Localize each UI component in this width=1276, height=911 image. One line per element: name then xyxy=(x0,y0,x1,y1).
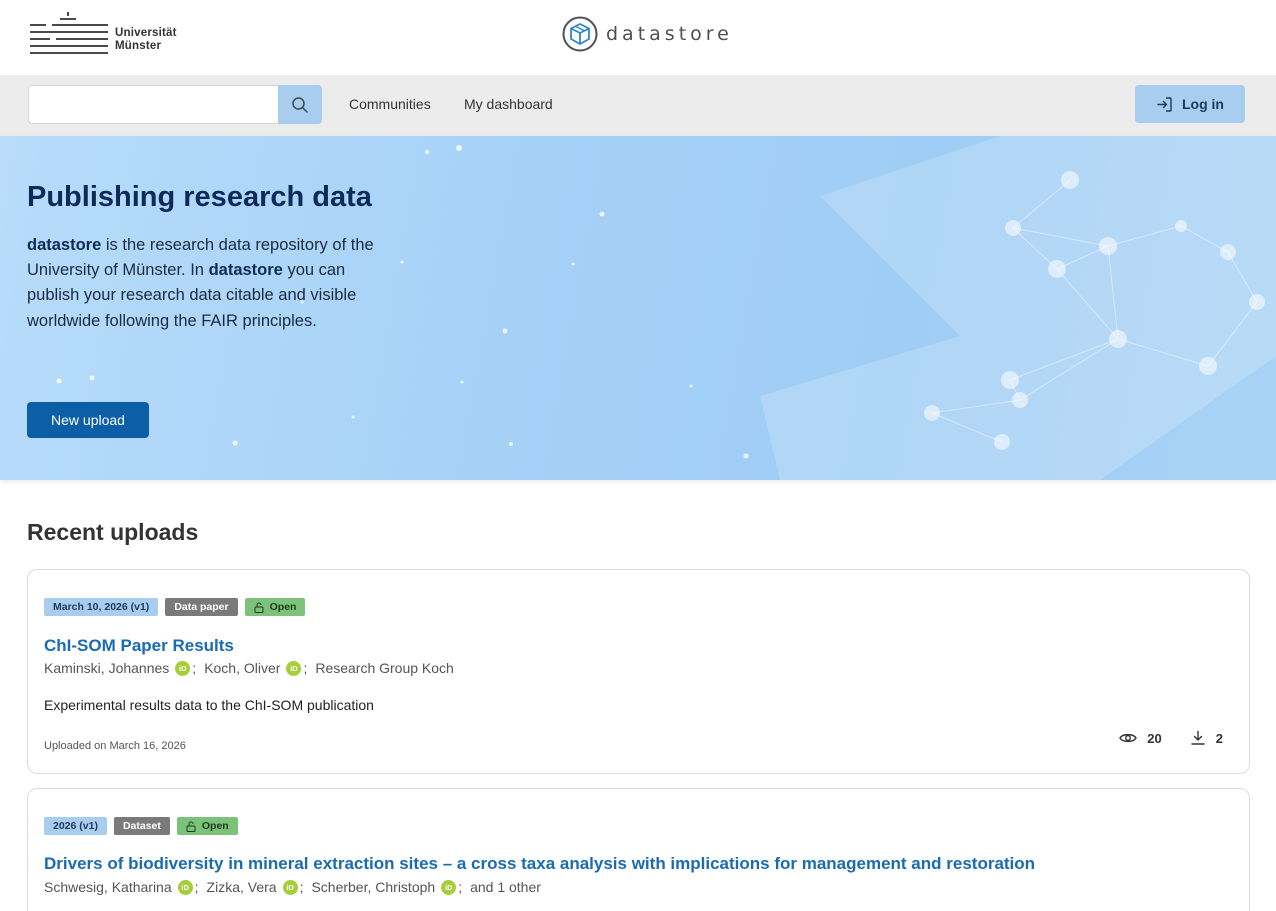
login-label: Log in xyxy=(1182,96,1224,112)
login-icon xyxy=(1157,96,1172,112)
datastore-wordmark: datastore xyxy=(606,23,733,45)
university-name: Universität Münster xyxy=(115,27,177,52)
record-description: Experimental results data to the ChI-SOM… xyxy=(44,697,374,713)
record-uploaded-date: Uploaded on March 16, 2026 xyxy=(44,740,186,752)
creator-more-link[interactable]: and 1 other xyxy=(470,879,541,895)
lock-open-icon xyxy=(254,602,264,613)
nav-link-communities[interactable]: Communities xyxy=(349,96,431,112)
nav-bar: Communities My dashboard Log in xyxy=(0,75,1276,136)
views-stat: 20 xyxy=(1119,730,1162,746)
recent-uploads-heading: Recent uploads xyxy=(27,519,199,545)
record-card: March 10, 2026 (v1) Data paper Open ChI-… xyxy=(27,569,1250,774)
search-button[interactable] xyxy=(278,85,322,124)
record-creators: Schwesig, Katharina iD; Zizka, Vera iD; Sc… xyxy=(44,879,541,895)
datastore-cube-icon xyxy=(562,16,598,52)
record-stats: 20 2 xyxy=(1119,730,1223,746)
login-button[interactable]: Log in xyxy=(1135,85,1245,123)
datastore-logo[interactable]: datastore xyxy=(562,16,733,52)
orcid-icon[interactable]: iD xyxy=(175,660,191,676)
new-upload-button[interactable]: New upload xyxy=(27,402,149,438)
record-title-link[interactable]: Drivers of biodiversity in mineral extra… xyxy=(44,854,1035,874)
orcid-icon[interactable]: iD xyxy=(177,879,193,895)
nav-link-my-dashboard[interactable]: My dashboard xyxy=(464,96,553,112)
orcid-icon[interactable]: iD xyxy=(441,879,457,895)
publication-date-badge: 2026 (v1) xyxy=(44,817,107,835)
eye-icon xyxy=(1119,733,1138,743)
university-logo-mark xyxy=(30,12,108,56)
hero-banner: Publishing research data datastore is th… xyxy=(0,136,1276,480)
resource-type-badge: Dataset xyxy=(113,817,170,835)
creator-item[interactable]: Zizka, Vera iD xyxy=(207,879,298,895)
record-creators: Kaminski, Johannes iD; Koch, Oliver iD; Re… xyxy=(44,660,454,676)
orcid-icon[interactable]: iD xyxy=(282,879,298,895)
access-status-badge: Open xyxy=(176,817,238,835)
download-icon xyxy=(1191,730,1205,745)
downloads-stat: 2 xyxy=(1190,730,1223,746)
resource-type-badge: Data paper xyxy=(165,598,238,616)
access-status-badge: Open xyxy=(244,598,306,616)
search-input[interactable] xyxy=(28,85,279,124)
orcid-icon[interactable]: iD xyxy=(286,660,302,676)
site-header: Universität Münster datastore xyxy=(0,0,1276,75)
creator-item[interactable]: Schwesig, Katharina iD xyxy=(44,879,193,895)
creator-item[interactable]: Research Group Koch xyxy=(315,660,454,676)
record-card: 2026 (v1) Dataset Open Drivers of biodiv… xyxy=(27,788,1250,911)
downloads-count: 2 xyxy=(1215,730,1223,746)
search-icon xyxy=(292,96,308,113)
creator-item[interactable]: Koch, Oliver iD xyxy=(204,660,302,676)
publication-date-badge: March 10, 2026 (v1) xyxy=(44,598,159,616)
creator-item[interactable]: Scherber, Christoph iD xyxy=(311,879,457,895)
lock-open-icon xyxy=(186,821,196,832)
views-count: 20 xyxy=(1147,730,1162,746)
university-logo[interactable]: Universität Münster xyxy=(30,12,180,56)
hero-title: Publishing research data xyxy=(27,181,372,213)
record-title-link[interactable]: ChI-SOM Paper Results xyxy=(44,636,234,656)
record-badges: March 10, 2026 (v1) Data paper Open xyxy=(44,598,306,616)
hero-description: datastore is the research data repositor… xyxy=(27,236,374,330)
creator-item[interactable]: Kaminski, Johannes iD xyxy=(44,660,191,676)
record-badges: 2026 (v1) Dataset Open xyxy=(44,817,238,835)
